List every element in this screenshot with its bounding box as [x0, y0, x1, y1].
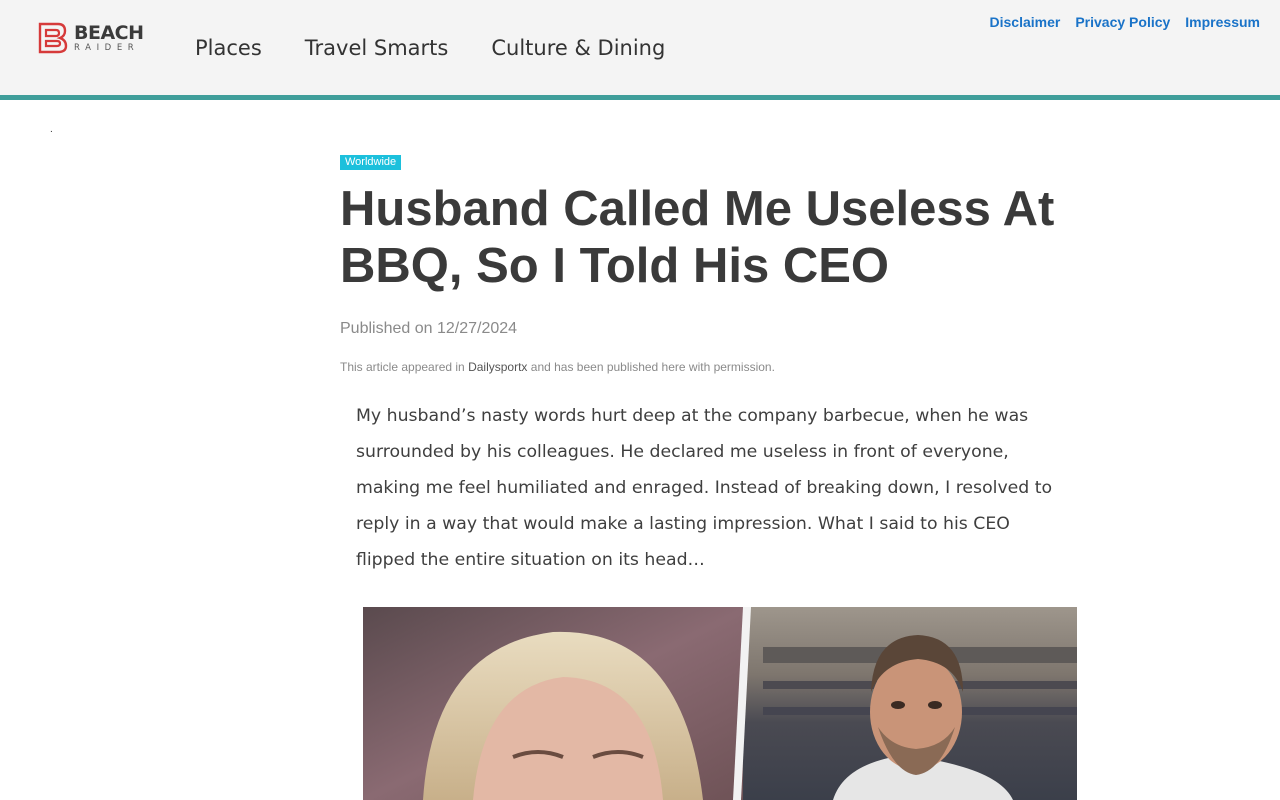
- nav-item-culture-dining[interactable]: Culture & Dining: [491, 36, 665, 60]
- article-title: Husband Called Me Useless At BBQ, So I T…: [340, 182, 1055, 293]
- source-link[interactable]: Dailysportx: [468, 360, 527, 374]
- permission-suffix: and has been published here with permiss…: [527, 360, 775, 374]
- article-intro: My husband’s nasty words hurt deep at th…: [356, 406, 1053, 570]
- category-badge[interactable]: Worldwide: [340, 155, 402, 170]
- nav-item-places[interactable]: Places: [195, 36, 262, 60]
- logo-wordmark: BEACH: [74, 21, 144, 44]
- article: Worldwide Husband Called Me Useless At B…: [340, 152, 1080, 578]
- privacy-policy-link[interactable]: Privacy Policy: [1075, 14, 1170, 30]
- impressum-link[interactable]: Impressum: [1185, 14, 1260, 30]
- nav-item-travel-smarts[interactable]: Travel Smarts: [305, 36, 449, 60]
- site-logo[interactable]: BEACH RAIDER: [38, 20, 158, 56]
- permission-prefix: This article appeared in: [340, 360, 469, 374]
- disclaimer-link[interactable]: Disclaimer: [990, 14, 1061, 30]
- decorative-dot: .: [50, 124, 53, 135]
- logo-mark-icon: [38, 22, 68, 54]
- publish-date: Published on 12/27/2024: [340, 320, 518, 337]
- utility-nav: Disclaimer Privacy Policy Impressum: [975, 14, 1260, 30]
- site-header: BEACH RAIDER Places Travel Smarts Cultur…: [0, 0, 1280, 100]
- permission-note: This article appeared in Dailysportx and…: [340, 360, 1080, 374]
- hero-photo-collage: [363, 607, 1077, 800]
- logo-subtitle: RAIDER: [74, 42, 140, 53]
- hero-image: [363, 607, 1077, 800]
- main-nav: Places Travel Smarts Culture & Dining: [195, 36, 708, 60]
